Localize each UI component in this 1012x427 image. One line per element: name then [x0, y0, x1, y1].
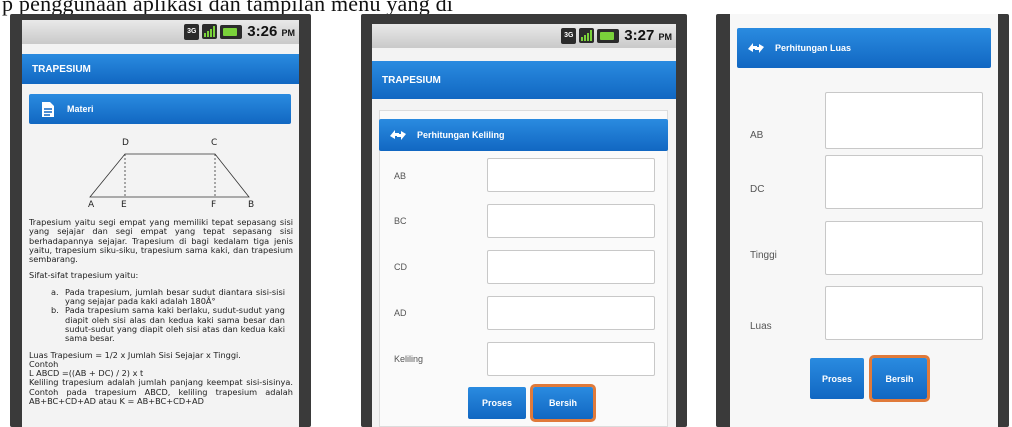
phone-luas: Perhitungan Luas AB DC Tinggi Luas Prose…	[716, 14, 1009, 427]
section-header-keliling: Perhitungan Keliling	[379, 119, 668, 151]
calculator-arrows-icon	[387, 124, 409, 146]
input-dc[interactable]	[825, 155, 983, 209]
network-3g-icon: 3G	[561, 27, 577, 44]
status-bar: 3G 3:26 PM	[22, 20, 299, 44]
signal-icon	[579, 28, 595, 43]
screen-materi: 3G 3:26 PM TRAPESIUM Materi D C A E F B	[22, 20, 299, 427]
input-keliling[interactable]	[487, 342, 655, 376]
input-ad[interactable]	[487, 296, 655, 330]
label-ab: AB	[394, 171, 407, 181]
label-keliling: Keliling	[394, 354, 424, 364]
section-header-luas: Perhitungan Luas	[737, 28, 991, 68]
vertex-label-e: E	[121, 200, 127, 210]
app-title-bar: TRAPESIUM	[372, 61, 676, 99]
materi-content: Trapesium yaitu segi empat yang memiliki…	[29, 217, 293, 407]
section-header-materi[interactable]: Materi	[29, 94, 291, 124]
section-title: Materi	[67, 104, 94, 114]
label-luas: Luas	[750, 321, 772, 332]
battery-icon	[597, 28, 620, 43]
properties-list: a. Pada trapesium, jumlah besar sudut dia…	[51, 286, 285, 344]
document-icon	[37, 98, 59, 120]
proses-button[interactable]: Proses	[810, 358, 864, 399]
vertex-label-a: A	[88, 200, 95, 210]
input-ab[interactable]	[825, 92, 983, 149]
app-title-bar: TRAPESIUM	[22, 54, 299, 84]
screen-luas: Perhitungan Luas AB DC Tinggi Luas Prose…	[730, 14, 998, 427]
list-item: b. Pada trapesium sama kaki berlaku, sudu…	[51, 305, 285, 344]
formula-luas: Luas Trapesium = 1/2 x Jumlah Sisi Sejaj…	[29, 349, 241, 360]
trapezoid-diagram	[89, 153, 250, 198]
vertex-label-c: C	[211, 138, 218, 148]
app-title: TRAPESIUM	[382, 74, 441, 86]
bersih-button[interactable]: Bersih	[530, 384, 596, 422]
bersih-button[interactable]: Bersih	[869, 355, 930, 402]
status-bar: 3G 3:27 PM	[372, 24, 676, 48]
phone-keliling: 3G 3:27 PM TRAPESIUM Perhitungan Kelilin…	[361, 14, 687, 427]
section-title: Perhitungan Keliling	[417, 130, 505, 140]
signal-icon	[202, 24, 218, 39]
phone-materi: 3G 3:26 PM TRAPESIUM Materi D C A E F B	[10, 14, 311, 427]
paragraph-definition: Trapesium yaitu segi empat yang memiliki…	[29, 217, 293, 265]
input-bc[interactable]	[487, 204, 655, 238]
properties-heading: Sifat-sifat trapesium yaitu:	[29, 270, 139, 281]
label-tinggi: Tinggi	[750, 250, 777, 261]
input-cd[interactable]	[487, 250, 655, 284]
input-tinggi[interactable]	[825, 221, 983, 275]
battery-icon	[220, 24, 243, 39]
status-time: 3:27 PM	[624, 27, 672, 44]
screen-keliling: 3G 3:27 PM TRAPESIUM Perhitungan Kelilin…	[372, 24, 676, 427]
label-dc: DC	[750, 184, 765, 195]
vertex-label-b: B	[248, 200, 255, 210]
input-ab[interactable]	[487, 158, 655, 192]
network-3g-icon: 3G	[184, 23, 200, 40]
label-bc: BC	[394, 216, 407, 226]
status-icons: 3G 3:27 PM	[561, 27, 672, 44]
vertex-label-f: F	[211, 200, 217, 210]
app-title: TRAPESIUM	[32, 63, 91, 75]
vertex-label-d: D	[122, 138, 129, 148]
label-ad: AD	[394, 308, 407, 318]
proses-button[interactable]: Proses	[468, 387, 526, 419]
section-title: Perhitungan Luas	[775, 43, 852, 53]
list-item: a. Pada trapesium, jumlah besar sudut dia…	[51, 286, 285, 307]
status-icons: 3G 3:26 PM	[184, 23, 295, 40]
label-ab: AB	[750, 130, 764, 141]
status-time: 3:26 PM	[247, 23, 295, 40]
paragraph-keliling: Keliling trapesium adalah jumlah panjang…	[29, 377, 293, 407]
label-cd: CD	[394, 262, 407, 272]
calculator-arrows-icon	[745, 37, 767, 59]
input-luas[interactable]	[825, 286, 983, 340]
